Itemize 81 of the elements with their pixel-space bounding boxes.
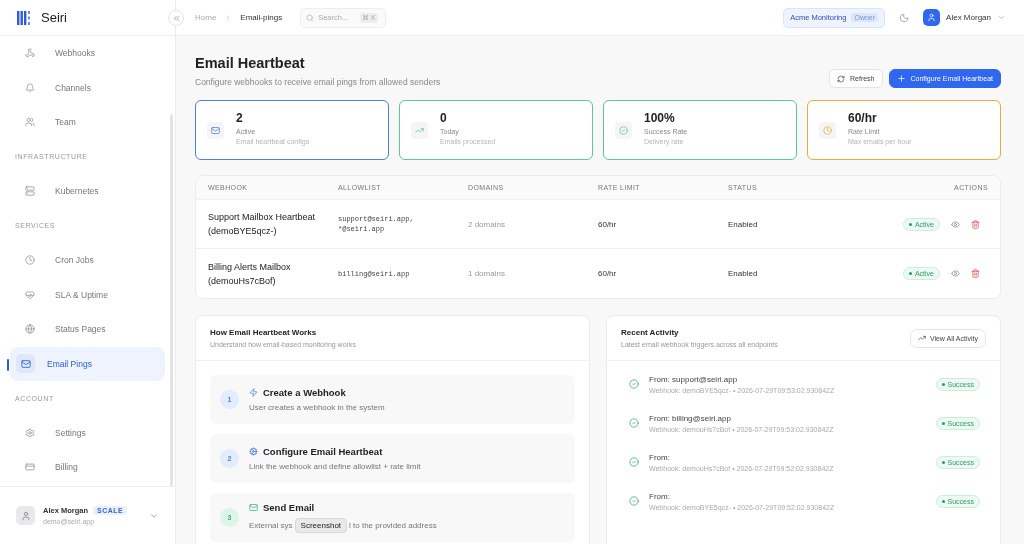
eye-icon [951,219,960,229]
delete-button[interactable] [971,269,980,278]
globe-icon [24,324,35,335]
user-menu[interactable]: Alex Morgan [923,9,1006,26]
nav-item[interactable]: Team [10,105,165,140]
page-title: Email Heartbeat [195,55,306,71]
plus-icon [896,74,906,83]
step-title: Configure Email Heartbeat [249,446,421,457]
heart-icon [24,289,35,300]
activity-sender: From: billing@seiri.app [649,413,732,423]
nav-item[interactable]: Email Pings [10,346,165,381]
nav-item[interactable]: SLA & Uptime [10,277,165,312]
nav-item[interactable]: Kubernetes [10,174,165,209]
settings-icon [24,427,35,438]
people-icon [24,117,35,128]
stat-value: 60/hr [848,111,878,125]
card-icon [24,462,35,473]
step-description: External sys [249,521,293,530]
nav-item[interactable]: Billing [10,450,165,485]
view-button[interactable] [951,219,960,229]
stat-value: 0 [440,111,448,125]
clock-icon [24,255,35,266]
collapse-button[interactable] [168,10,184,26]
step-description: User creates a webhook in the system [249,403,385,412]
trash-icon [971,269,980,278]
nav-item[interactable]: Settings [10,415,165,450]
activity-sender: From: support@seiri.app [649,374,739,384]
eye-icon [951,269,960,278]
table-cell-text: 60/hr [598,269,618,278]
logo-icon [17,10,33,25]
check-circle-icon [629,418,639,428]
step-title: Create a Webhook [249,387,385,398]
page-subtitle: Configure webhooks to receive email pings from allowed senders [195,77,441,87]
check-circle-icon [629,379,639,389]
table-cell-text: 1 domains [468,269,506,278]
breadcrumb-link[interactable]: Email-pings [240,13,283,22]
table-cell-text: Enabled [728,269,759,278]
mail-icon [211,125,220,135]
view-button[interactable] [951,269,960,278]
table-cell-text: Enabled [728,219,759,229]
activity-sender: From: [649,452,671,462]
table-cell-text: 60/hr [598,219,618,229]
stat-value: 2 [236,111,244,125]
check-circle-icon [619,125,628,135]
step-title: Send Email [249,502,437,513]
table-cell-text: 2 domains [468,219,506,229]
nav-item[interactable]: Channels [10,70,165,105]
activity-sender: From: [649,491,671,501]
trash-icon [971,219,980,229]
check-circle-icon [629,496,639,506]
tooltip: Screenshot [294,518,348,533]
clock-icon [823,125,832,135]
check-circle-icon [629,457,639,467]
card-title: How Email Heartbeat Works [210,328,318,337]
mail-icon [249,503,258,512]
table-cell-text: Billing Alerts Mailbox (demouHs7cBof) [208,260,292,288]
nav-item[interactable]: Cron Jobs [10,243,165,278]
theme-toggle-icon[interactable] [899,12,910,23]
step-description: Link the webhook and define allowlist + rate limit [249,462,421,471]
cog-icon [249,447,258,456]
delete-button[interactable] [971,219,980,229]
avatar [16,506,35,525]
table-cell-text: Support Mailbox Heartbeat (demoBYE5qcz-) [208,211,317,238]
server-icon [24,186,35,197]
brand-name: Seiri [41,10,67,25]
nodes-icon [24,48,35,59]
trend-icon [415,125,424,135]
nav-item[interactable]: Webhooks [10,36,165,71]
nav-item[interactable]: Status Pages [10,312,165,347]
stat-value: 100% [644,111,676,125]
lightning-icon [249,388,258,397]
chevron-down-icon [997,13,1006,22]
step-description: l to the provided address [349,521,437,530]
refresh-icon [837,74,845,83]
bell-icon [24,82,35,93]
card-title: Recent Activity [621,328,680,337]
trend-icon [917,334,926,342]
search-icon [306,13,315,22]
collapse-icon [171,13,181,23]
mail-icon [20,358,31,369]
person-icon [927,13,937,22]
